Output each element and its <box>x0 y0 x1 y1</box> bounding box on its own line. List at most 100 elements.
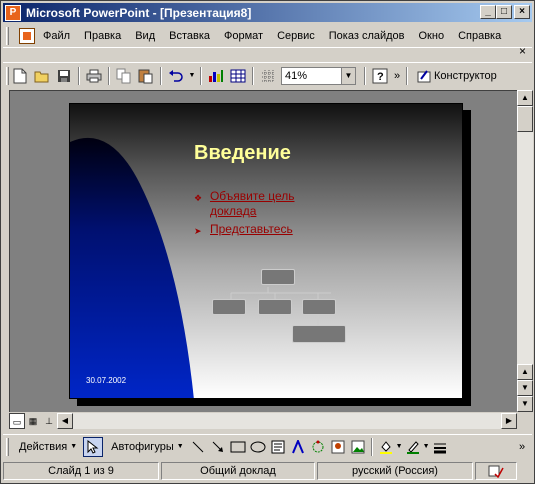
rectangle-tool-icon[interactable] <box>228 437 248 457</box>
close-document-icon[interactable]: × <box>519 44 526 58</box>
separator <box>364 66 366 85</box>
normal-view-icon[interactable]: ▭ <box>9 413 25 429</box>
scroll-up-icon[interactable]: ▲ <box>517 90 533 106</box>
menu-help[interactable]: Справка <box>458 30 501 42</box>
save-icon[interactable] <box>53 65 75 87</box>
status-bar: Слайд 1 из 9 Общий доклад русский (Росси… <box>3 461 532 481</box>
menu-window[interactable]: Окно <box>419 30 445 42</box>
undo-dropdown-icon[interactable]: ▼ <box>187 65 197 87</box>
drawing-grip[interactable] <box>6 437 9 456</box>
menu-insert[interactable]: Вставка <box>169 30 210 42</box>
slide-counter: Слайд 1 из 9 <box>3 462 159 480</box>
title-bar[interactable]: P Microsoft PowerPoint - [Презентация8] … <box>3 3 532 22</box>
zoom-select[interactable]: 41% ▼ <box>281 66 356 85</box>
spelling-status-icon[interactable] <box>475 462 517 480</box>
scroll-right-icon[interactable]: ▶ <box>501 413 517 429</box>
bullet-item: ❖ Объявите цель доклада <box>194 189 344 219</box>
next-slide-icon[interactable]: ▼ <box>517 380 533 396</box>
arrow-tool-icon[interactable] <box>208 437 228 457</box>
svg-text:?: ? <box>377 71 384 83</box>
insert-picture-icon[interactable] <box>348 437 368 457</box>
autoshapes-dropdown-icon[interactable]: ▼ <box>177 443 184 450</box>
document-icon[interactable] <box>19 27 35 44</box>
powerpoint-app-icon[interactable]: P <box>5 4 21 21</box>
line-color-icon[interactable] <box>403 437 423 457</box>
slide-show-view-icon[interactable]: ⊥ <box>41 413 57 429</box>
insert-chart-icon[interactable] <box>205 65 227 87</box>
open-folder-icon[interactable] <box>31 65 53 87</box>
separator <box>108 66 110 85</box>
horizontal-scrollbar[interactable]: ▭ ▦ ⊥ ◀ ▶ <box>9 413 517 429</box>
org-chart-box-middle[interactable] <box>258 299 292 315</box>
close-button[interactable]: × <box>514 5 530 19</box>
slide-date: 30.07.2002 <box>86 376 127 385</box>
slide-sorter-view-icon[interactable]: ▦ <box>25 413 41 429</box>
slide-bullet-list[interactable]: ❖ Объявите цель доклада ➤ Представьтесь <box>194 189 344 242</box>
horizontal-scroll-track[interactable] <box>73 413 501 429</box>
copy-icon[interactable] <box>113 65 135 87</box>
separator <box>78 66 80 85</box>
org-chart-box-bottom[interactable] <box>292 325 346 343</box>
slide-title[interactable]: Введение <box>194 142 291 165</box>
textbox-tool-icon[interactable] <box>268 437 288 457</box>
fill-color-icon[interactable] <box>376 437 396 457</box>
standard-toolbar: ▼ 41% ▼ ? » Конструктор <box>3 62 532 88</box>
bullet-text: Объявите цель доклада <box>209 189 295 218</box>
actions-menu[interactable]: Действия <box>19 441 67 453</box>
powerpoint-window: P Microsoft PowerPoint - [Презентация8] … <box>0 0 535 484</box>
menu-edit[interactable]: Правка <box>84 30 121 42</box>
actions-dropdown-icon[interactable]: ▼ <box>70 443 77 450</box>
line-color-dropdown-icon[interactable]: ▼ <box>423 443 430 450</box>
menu-grip[interactable] <box>6 26 9 45</box>
org-chart-box-left[interactable] <box>212 299 246 315</box>
show-grid-icon[interactable] <box>257 65 279 87</box>
window-title: Microsoft PowerPoint - [Презентация8] <box>26 5 252 20</box>
vertical-scrollbar[interactable]: ▲ ▲ ▼ ▼ <box>517 90 533 412</box>
undo-icon[interactable] <box>165 65 187 87</box>
menu-file[interactable]: Файл <box>43 30 70 42</box>
menu-tools[interactable]: Сервис <box>277 30 315 42</box>
clipart-icon[interactable] <box>328 437 348 457</box>
zoom-dropdown-icon[interactable]: ▼ <box>341 67 355 84</box>
separator <box>252 66 254 85</box>
toolbar-overflow-icon[interactable]: » <box>391 65 403 87</box>
language-indicator[interactable]: русский (Россия) <box>317 462 473 480</box>
maximize-button[interactable]: □ <box>496 5 512 19</box>
autoshapes-menu[interactable]: Автофигуры <box>111 441 174 453</box>
separator <box>370 437 373 456</box>
menu-slideshow[interactable]: Показ слайдов <box>329 30 405 42</box>
diagram-icon[interactable] <box>308 437 328 457</box>
wordart-icon[interactable] <box>288 437 308 457</box>
vertical-scroll-thumb[interactable] <box>517 106 533 132</box>
bullet-text: Представьтесь <box>210 222 293 236</box>
menu-format[interactable]: Формат <box>224 30 263 42</box>
previous-slide-icon[interactable]: ▲ <box>517 364 533 380</box>
drawing-toolbar: Действия ▼ Автофигуры ▼ ▼ ▼ » <box>3 434 532 458</box>
new-document-icon[interactable] <box>9 65 31 87</box>
slide-workspace[interactable]: Введение ❖ Объявите цель доклада ➤ Предс… <box>9 90 517 412</box>
print-icon[interactable] <box>83 65 105 87</box>
menu-view[interactable]: Вид <box>135 30 155 42</box>
line-style-icon[interactable] <box>430 437 450 457</box>
help-icon[interactable]: ? <box>369 65 391 87</box>
menu-bar: Файл Правка Вид Вставка Формат Сервис По… <box>3 24 532 58</box>
separator <box>160 66 162 85</box>
select-objects-icon[interactable] <box>83 436 104 457</box>
slide-canvas[interactable]: Введение ❖ Объявите цель доклада ➤ Предс… <box>69 103 463 399</box>
drawing-overflow-icon[interactable]: » <box>516 436 528 458</box>
scroll-left-icon[interactable]: ◀ <box>57 413 73 429</box>
bullet-item: ➤ Представьтесь <box>194 222 344 239</box>
org-chart-box-top[interactable] <box>261 269 295 285</box>
fill-color-dropdown-icon[interactable]: ▼ <box>396 443 403 450</box>
arrow-bullet-icon: ➤ <box>194 226 202 236</box>
design-template-name: Общий доклад <box>161 462 315 480</box>
org-chart-box-right[interactable] <box>302 299 336 315</box>
minimize-button[interactable]: _ <box>480 5 496 19</box>
line-tool-icon[interactable] <box>188 437 208 457</box>
scroll-down-icon[interactable]: ▼ <box>517 396 533 412</box>
oval-tool-icon[interactable] <box>248 437 268 457</box>
slide-blue-curve <box>70 137 194 398</box>
insert-table-icon[interactable] <box>227 65 249 87</box>
designer-button[interactable]: Конструктор <box>417 69 497 83</box>
paste-icon[interactable] <box>135 65 157 87</box>
